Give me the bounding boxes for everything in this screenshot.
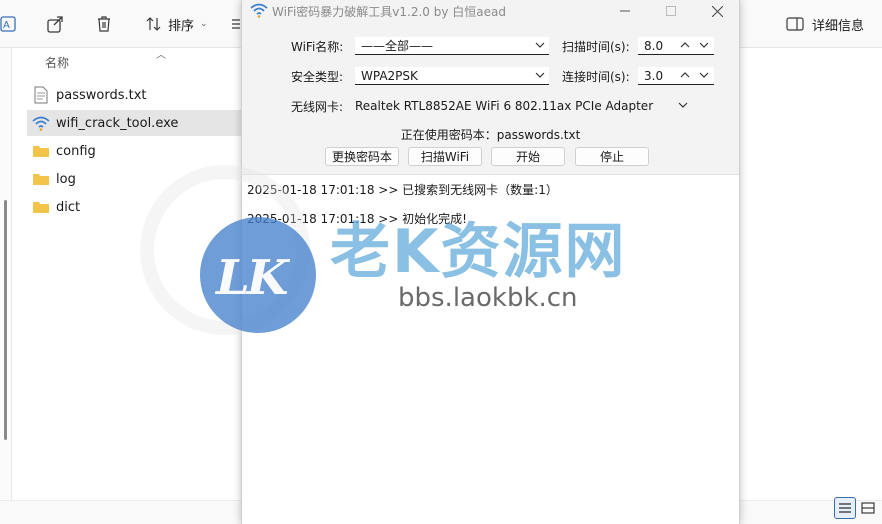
scan-wifi-button[interactable]: 扫描WiFi [408,147,482,166]
folder-name: config [56,143,96,159]
log-line: 2025-01-18 17:01:18 >> 已搜索到无线网卡（数量:1） [247,183,558,197]
wifi-exe-icon [32,114,50,132]
log-line: 2025-01-18 17:01:18 >> 初始化完成! [247,212,467,226]
sort-button[interactable]: 排序 ⌄ [146,14,208,34]
password-file-status: 正在使用密码本：passwords.txt [400,128,581,142]
file-item-passwords[interactable]: passwords.txt [27,82,241,108]
title-bar[interactable]: WiFi密码暴力破解工具v1.2.0 by 白恒aead [242,0,739,22]
sort-chevron-up-icon: ︿ [156,50,166,61]
sort-label: 排序 [168,18,195,34]
spin-up-icon[interactable] [679,39,691,51]
adapter-value: Realtek RTL8852AE WiFi 6 802.11ax PCIe A… [355,99,654,113]
window-title: WiFi密码暴力破解工具v1.2.0 by 白恒aead [272,5,506,19]
sort-icon [146,17,161,31]
details-pane-icon [786,17,804,31]
security-type-value: WPA2PSK [361,68,418,83]
adapter-label: 无线网卡: [291,100,344,114]
connect-time-spinbox[interactable]: 3.0 [638,67,714,85]
text-file-icon [32,86,50,104]
folder-item-config[interactable]: config [27,138,241,164]
file-name: passwords.txt [56,87,147,103]
maximize-button[interactable] [648,0,694,22]
change-dict-button[interactable]: 更换密码本 [325,147,399,166]
chevron-down-icon [535,72,545,78]
minimize-icon [620,10,630,12]
adapter-select[interactable]: Realtek RTL8852AE WiFi 6 802.11ax PCIe A… [349,97,692,115]
scan-time-value: 8.0 [644,38,664,53]
share-icon[interactable] [46,14,66,34]
folder-item-log[interactable]: log [27,166,241,192]
start-button[interactable]: 开始 [491,147,565,166]
close-icon [711,5,723,17]
wifi-name-value: ——全部—— [361,39,434,53]
folder-name: log [56,171,76,187]
stop-button[interactable]: 停止 [575,147,649,166]
tiles-view-button[interactable] [857,497,879,519]
connect-time-label: 连接时间(s): [562,70,630,84]
folder-icon [32,170,50,188]
minimize-button[interactable] [602,0,648,22]
close-button[interactable] [694,0,740,22]
connect-time-value: 3.0 [644,68,664,83]
log-output[interactable]: 2025-01-18 17:01:18 >> 已搜索到无线网卡（数量:1） 20… [242,174,739,524]
svg-text:A: A [3,20,10,31]
column-header-name[interactable]: 名称 [45,54,69,71]
details-pane-button[interactable]: 详细信息 [786,14,864,34]
scan-time-label: 扫描时间(s): [562,40,630,54]
spin-up-icon[interactable] [679,69,691,81]
scan-time-spinbox[interactable]: 8.0 [638,37,714,55]
details-view-button[interactable] [834,497,856,519]
chevron-down-icon [535,42,545,48]
folder-name: dict [56,199,81,215]
file-name: wifi_crack_tool.exe [56,115,179,131]
tiles-view-icon [861,502,875,514]
file-item-wifi-crack-tool[interactable]: wifi_crack_tool.exe [27,110,241,136]
spin-down-icon[interactable] [698,39,710,51]
folder-icon [32,198,50,216]
navigation-scrollbar[interactable] [4,200,7,440]
wifi-crack-tool-window: WiFi密码暴力破解工具v1.2.0 by 白恒aead WiFi名称: ——全… [241,0,740,524]
security-type-select[interactable]: WPA2PSK [355,67,549,85]
details-view-icon [839,503,851,513]
wifi-name-select[interactable]: ——全部—— [355,37,549,55]
delete-icon[interactable] [94,14,114,34]
view-icon[interactable] [232,14,240,34]
wifi-name-label: WiFi名称: [291,40,344,54]
folder-item-dict[interactable]: dict [27,194,241,220]
spin-down-icon[interactable] [698,69,710,81]
rename-icon[interactable]: A [0,14,20,34]
folder-icon [32,142,50,160]
details-label: 详细信息 [812,18,865,34]
chevron-down-icon: ⌄ [200,19,208,29]
security-type-label: 安全类型: [291,70,344,84]
wifi-app-icon [250,2,268,18]
maximize-icon [666,6,676,16]
chevron-down-icon [678,102,688,108]
